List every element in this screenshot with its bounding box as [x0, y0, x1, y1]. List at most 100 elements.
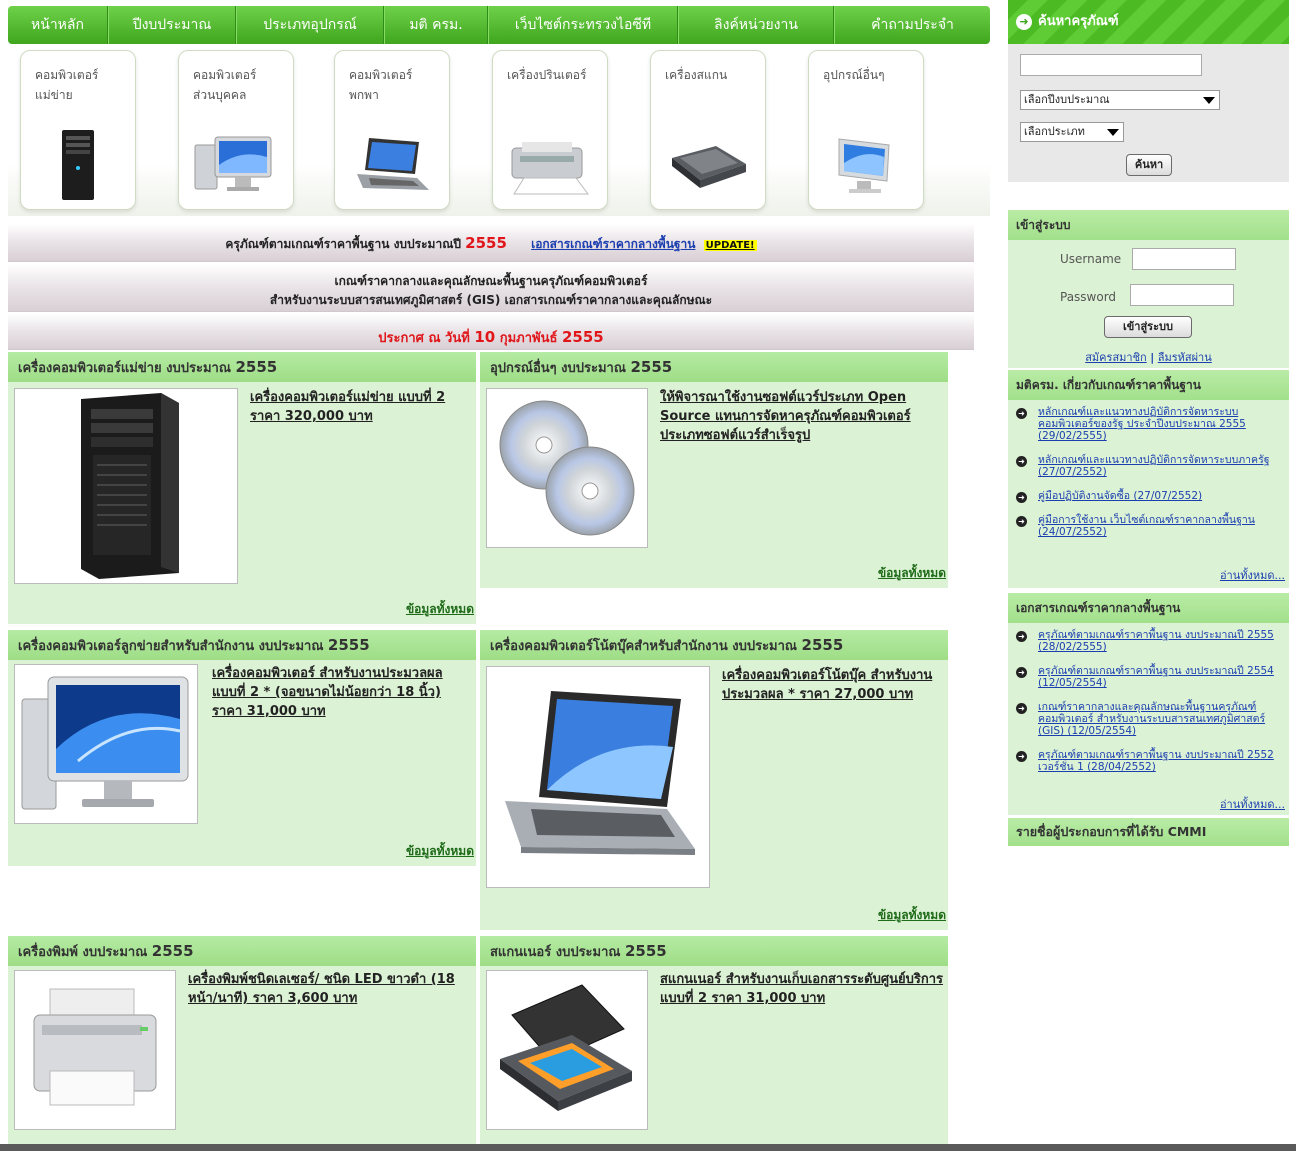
criteria-banner: ครุภัณฑ์ตามเกณฑ์ราคาพื้นฐาน งบประมาณปี 2…	[8, 224, 974, 262]
gis-banner-line-2[interactable]: สำหรับงานระบบสารสนเทศภูมิศาสตร์ (GIS) เอ…	[8, 291, 974, 310]
category-scanner[interactable]: เครื่องสแกน	[650, 50, 766, 210]
docs-read-all-link[interactable]: อ่านทั้งหมด...	[1220, 795, 1285, 813]
chevron-down-icon	[1107, 129, 1119, 136]
category-server[interactable]: คอมพิวเตอร์ แม่ข่าย	[20, 50, 136, 210]
nav-item-cabinet-resolution[interactable]: มติ ครม.	[384, 6, 488, 44]
announce-day: 10	[474, 328, 496, 346]
budget-year-select-value: เลือกปีงบประมาณ	[1024, 93, 1110, 106]
panel-year: 2555	[630, 358, 673, 376]
login-button[interactable]: เข้าสู่ระบบ	[1104, 316, 1192, 338]
product-link-open-source[interactable]: ให้พิจารณาใช้งานซอฟต์แวร์ประเภท Open Sou…	[660, 388, 944, 445]
category-printer[interactable]: เครื่องปรินเตอร์	[492, 50, 608, 210]
laptop-icon	[335, 123, 449, 209]
product-link-printer[interactable]: เครื่องพิมพ์ชนิดเลเซอร์/ ชนิด LED ขาวดำ …	[188, 970, 472, 1008]
cmmi-title[interactable]: รายชื่อผู้ประกอบการที่ได้รับ CMMI	[1008, 818, 1289, 846]
docs-box: เอกสารเกณฑ์ราคากลางพื้นฐาน ➜ ครุภัณฑ์ตามเ…	[1008, 593, 1289, 815]
arrow-circle-icon: ➜	[1016, 516, 1027, 527]
category-label: คอมพิวเตอร์	[193, 68, 257, 82]
announce-month: กุมภาพันธ์	[499, 331, 558, 346]
forgot-password-link[interactable]: ลืมรหัสผ่าน	[1158, 351, 1212, 364]
category-label-2: ส่วนบุคคล	[193, 88, 247, 102]
equipment-type-select[interactable]: เลือกประเภท	[1020, 122, 1124, 142]
criteria-doc-link[interactable]: เอกสารเกณฑ์ราคากลางพื้นฐาน	[531, 237, 695, 251]
list-item[interactable]: ➜ ครุภัณฑ์ตามเกณฑ์ราคาพื้นฐาน งบประมาณปี …	[1014, 749, 1283, 773]
product-link-scanner[interactable]: สแกนเนอร์ สำหรับงานเก็บเอกสารระดับศูนย์บ…	[660, 970, 944, 1008]
password-label: Password	[1060, 290, 1117, 304]
panel-printer: เครื่องพิมพ์ งบประมาณ 2555 เครื่องพิมพ์ช…	[8, 936, 476, 1144]
panel-year: 2555	[235, 358, 278, 376]
link-separator: |	[1150, 351, 1155, 364]
panel-server: เครื่องคอมพิวเตอร์แม่ข่าย งบประมาณ 2555 …	[8, 352, 476, 624]
product-image-scanner[interactable]	[486, 970, 648, 1130]
search-button[interactable]: ค้นหา	[1126, 154, 1172, 176]
printer-icon	[493, 123, 607, 209]
list-item[interactable]: ➜ หลักเกณฑ์และแนวทางปฏิบัติการจัดหาระบบคอ…	[1014, 406, 1283, 442]
list-item[interactable]: ➜ คู่มือการใช้งาน เว็บไซต์เกณฑ์ราคากลางพื…	[1014, 514, 1283, 538]
list-item[interactable]: ➜ คู่มือปฏิบัติงานจัดซื้อ (27/07/2552)	[1014, 490, 1283, 503]
category-label: คอมพิวเตอร์	[35, 68, 99, 82]
username-input[interactable]	[1132, 248, 1236, 270]
category-label-2: พกพา	[349, 88, 379, 102]
more-link[interactable]: ข้อมูลทั้งหมด	[878, 906, 946, 925]
nav-item-budget-year[interactable]: ปีงบประมาณ	[108, 6, 236, 44]
chevron-down-icon	[1203, 97, 1215, 104]
product-image-notebook[interactable]	[486, 666, 710, 888]
nav-item-faq[interactable]: คำถามประจำ	[834, 6, 990, 44]
search-box: ➜ ค้นหาครุภัณฑ์ เลือกปีงบประมาณ เลือกประเ…	[1008, 0, 1289, 182]
equipment-type-select-value: เลือกประเภท	[1024, 125, 1085, 138]
category-desktop[interactable]: คอมพิวเตอร์ส่วนบุคคล	[178, 50, 294, 210]
nav-item-equipment-type[interactable]: ประเภทอุปกรณ์	[236, 6, 384, 44]
panel-other: อุปกรณ์อื่นๆ งบประมาณ 2555 ให้พิจารณาใช้…	[480, 352, 948, 588]
nav-item-agency-links[interactable]: ลิงค์หน่วยงาน	[678, 6, 834, 44]
arrow-circle-icon: ➜	[1016, 751, 1027, 762]
register-link[interactable]: สมัครสมาชิก	[1085, 351, 1147, 364]
desktop-icon	[179, 123, 293, 209]
cabinet-news-box: มติครม. เกี่ยวกับเกณฑ์ราคาพื้นฐาน ➜ หลักเ…	[1008, 370, 1289, 588]
arrow-circle-icon: ➜	[1016, 631, 1027, 642]
panel-notebook: เครื่องคอมพิวเตอร์โน้ตบุ๊คสำหรับสำนักงาน…	[480, 630, 948, 930]
more-link[interactable]: ข้อมูลทั้งหมด	[406, 842, 474, 861]
list-item[interactable]: ➜ หลักเกณฑ์และแนวทางปฏิบัติการจัดหาระบบภา…	[1014, 454, 1283, 478]
password-input[interactable]	[1130, 284, 1234, 306]
category-strip: คอมพิวเตอร์ แม่ข่าย คอมพิวเตอร์ ส่วนบุคคล …	[8, 44, 990, 216]
announcement-banner: ประกาศ ณ วันที่ 10 กุมภาพันธ์ 2555	[8, 314, 974, 350]
product-link-desktop[interactable]: เครื่องคอมพิวเตอร์ สำหรับงานประมวลผล แบบ…	[212, 664, 472, 721]
list-item[interactable]: ➜ เกณฑ์ราคากลางและคุณลักษณะพื้นฐานครุภัณฑ…	[1014, 701, 1283, 737]
panel-title: เครื่องคอมพิวเตอร์แม่ข่าย งบประมาณ	[18, 361, 231, 376]
cmmi-box[interactable]: รายชื่อผู้ประกอบการที่ได้รับ CMMI	[1008, 818, 1289, 846]
category-label: เครื่องสแกน	[665, 68, 728, 82]
list-item[interactable]: ➜ ครุภัณฑ์ตามเกณฑ์ราคาพื้นฐาน งบประมาณปี …	[1014, 665, 1283, 689]
search-keyword-input[interactable]	[1020, 54, 1202, 76]
gis-banner-line-1: เกณฑ์ราคากลางและคุณลักษณะพื้นฐานครุภัณฑ์…	[334, 274, 648, 288]
announce-prefix: ประกาศ ณ วันที่	[378, 331, 470, 346]
list-item[interactable]: ➜ ครุภัณฑ์ตามเกณฑ์ราคาพื้นฐาน งบประมาณปี …	[1014, 629, 1283, 653]
more-link[interactable]: ข้อมูลทั้งหมด	[878, 564, 946, 583]
budget-year-select[interactable]: เลือกปีงบประมาณ	[1020, 90, 1220, 110]
panel-title: สแกนเนอร์ งบประมาณ	[490, 945, 621, 960]
panel-year: 2555	[327, 636, 370, 654]
product-link-notebook[interactable]: เครื่องคอมพิวเตอร์โน้ตบุ๊ค สำหรับงานประม…	[722, 666, 944, 704]
nav-item-ict-ministry[interactable]: เว็บไซต์กระทรวงไอซีที	[488, 6, 678, 44]
panel-title: เครื่องพิมพ์ งบประมาณ	[18, 945, 148, 960]
arrow-right-icon: ➜	[1016, 13, 1032, 30]
update-badge[interactable]: UPDATE!	[703, 240, 757, 251]
docs-title: เอกสารเกณฑ์ราคากลางพื้นฐาน	[1008, 593, 1289, 623]
category-other[interactable]: อุปกรณ์อื่นๆ	[808, 50, 924, 210]
news-read-all-link[interactable]: อ่านทั้งหมด...	[1220, 566, 1285, 584]
panel-year: 2555	[625, 942, 667, 960]
panel-title: เครื่องคอมพิวเตอร์โน้ตบุ๊คสำหรับสำนักงาน…	[490, 639, 797, 654]
nav-item-home[interactable]: หน้าหลัก	[8, 6, 108, 44]
product-image-server[interactable]	[14, 388, 238, 584]
more-link[interactable]: ข้อมูลทั้งหมด	[406, 600, 474, 619]
category-laptop[interactable]: คอมพิวเตอร์ พกพา	[334, 50, 450, 210]
product-image-printer[interactable]	[14, 970, 176, 1130]
product-image-desktop[interactable]	[14, 664, 198, 824]
product-image-cd[interactable]	[486, 388, 648, 548]
bottom-scrollbar[interactable]	[0, 1144, 1296, 1151]
criteria-text: ครุภัณฑ์ตามเกณฑ์ราคาพื้นฐาน งบประมาณปี	[225, 237, 461, 251]
panel-desktop: เครื่องคอมพิวเตอร์ลูกข่ายสำหรับสำนักงาน …	[8, 630, 476, 866]
category-label: อุปกรณ์อื่นๆ	[823, 68, 885, 82]
news-title: มติครม. เกี่ยวกับเกณฑ์ราคาพื้นฐาน	[1008, 370, 1289, 400]
product-link-server[interactable]: เครื่องคอมพิวเตอร์แม่ข่าย แบบที่ 2 ราคา …	[250, 388, 472, 426]
panel-scanner: สแกนเนอร์ งบประมาณ 2555 สแกนเนอร์ สำหรับ…	[480, 936, 948, 1144]
